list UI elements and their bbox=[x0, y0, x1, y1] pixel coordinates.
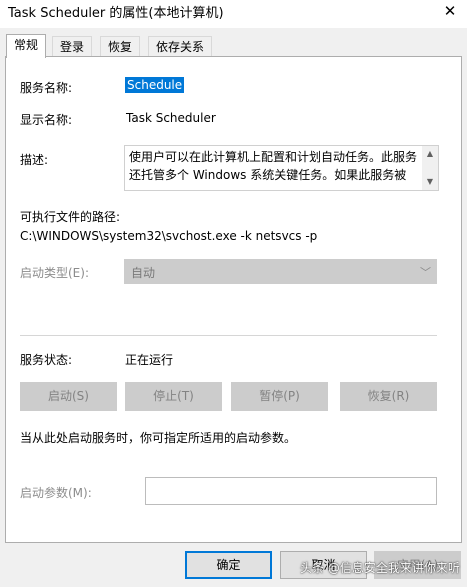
service-status-value: 正在运行 bbox=[125, 353, 174, 367]
tab-general[interactable]: 常规 bbox=[6, 34, 47, 58]
divider bbox=[20, 335, 437, 336]
description-label: 描述: bbox=[20, 153, 49, 167]
window-title: Task Scheduler 的属性(本地计算机) bbox=[8, 6, 224, 21]
close-icon[interactable]: ✕ bbox=[433, 0, 467, 22]
pause-button[interactable]: 暂停(P) bbox=[231, 382, 328, 411]
start-button[interactable]: 启动(S) bbox=[20, 382, 117, 411]
start-params-hint: 当从此处启动服务时，你可指定所适用的启动参数。 bbox=[20, 431, 297, 445]
service-name-label: 服务名称: bbox=[20, 81, 73, 95]
start-params-input[interactable] bbox=[145, 477, 437, 505]
tab-dependencies[interactable]: 依存关系 bbox=[148, 36, 213, 57]
startup-type-label: 启动类型(E): bbox=[20, 266, 89, 280]
tab-panel-general bbox=[5, 56, 462, 543]
tab-recovery[interactable]: 恢复 bbox=[100, 36, 141, 57]
stop-button[interactable]: 停止(T) bbox=[125, 382, 222, 411]
description-text: 使用户可以在此计算机上配置和计划自动任务。此服务 还托管多个 Windows 系… bbox=[129, 148, 419, 184]
chevron-down-icon: ﹀ bbox=[420, 266, 431, 279]
start-params-label: 启动参数(M): bbox=[20, 486, 92, 500]
display-name-label: 显示名称: bbox=[20, 113, 73, 127]
exe-path-label: 可执行文件的路径: bbox=[20, 210, 121, 224]
description-line: 使用户可以在此计算机上配置和计划自动任务。此服务 bbox=[129, 150, 418, 164]
startup-type-select[interactable]: 自动 ﹀ bbox=[124, 259, 437, 284]
scroll-up-icon[interactable]: ▲ bbox=[422, 147, 438, 161]
scroll-down-icon[interactable]: ▼ bbox=[422, 175, 438, 189]
exe-path-value: C:\WINDOWS\system32\svchost.exe -k netsv… bbox=[20, 229, 318, 243]
tab-logon[interactable]: 登录 bbox=[52, 36, 93, 57]
service-name-value[interactable]: Schedule bbox=[125, 77, 185, 93]
title-bar: Task Scheduler 的属性(本地计算机) ✕ bbox=[0, 0, 467, 28]
display-name-value: Task Scheduler bbox=[126, 111, 216, 125]
service-status-label: 服务状态: bbox=[20, 353, 73, 367]
description-textarea[interactable]: 使用户可以在此计算机上配置和计划自动任务。此服务 还托管多个 Windows 系… bbox=[124, 145, 439, 191]
startup-type-value: 自动 bbox=[131, 266, 156, 280]
ok-button[interactable]: 确定 bbox=[185, 551, 272, 579]
resume-button[interactable]: 恢复(R) bbox=[340, 382, 437, 411]
description-scrollbar[interactable]: ▲ ▼ bbox=[422, 146, 438, 190]
watermark: 头条 @信息安全我来讲你来听 bbox=[300, 561, 460, 575]
description-line: 还托管多个 Windows 系统关键任务。如果此服务被 bbox=[129, 168, 407, 182]
